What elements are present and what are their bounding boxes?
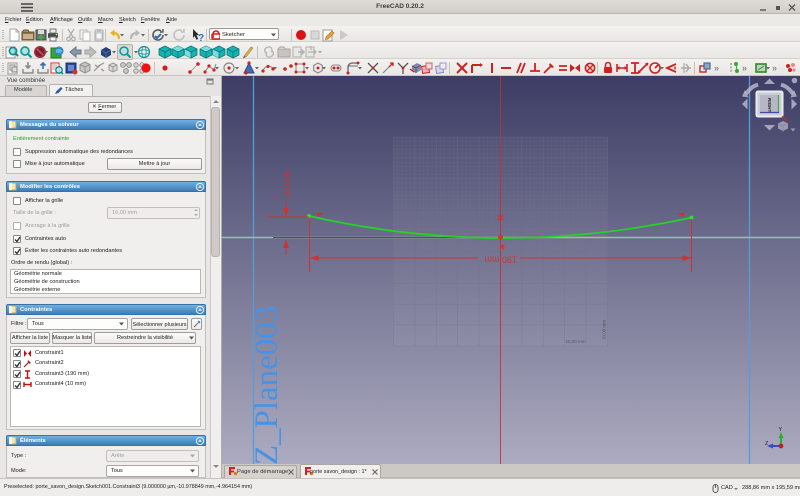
svg-text:RIGHT: RIGHT [767,98,772,112]
svg-text:?: ? [198,33,204,42]
svg-text:10,00 mm: 10,00 mm [602,320,607,340]
svg-text:10 mm: 10 mm [282,170,292,198]
svg-text:10,00 mm: 10,00 mm [566,339,586,344]
svg-text:Y: Y [779,427,783,433]
svg-text:YZ_Plane003: YZ_Plane003 [249,306,285,464]
svg-text:190 mm: 190 mm [484,255,517,265]
